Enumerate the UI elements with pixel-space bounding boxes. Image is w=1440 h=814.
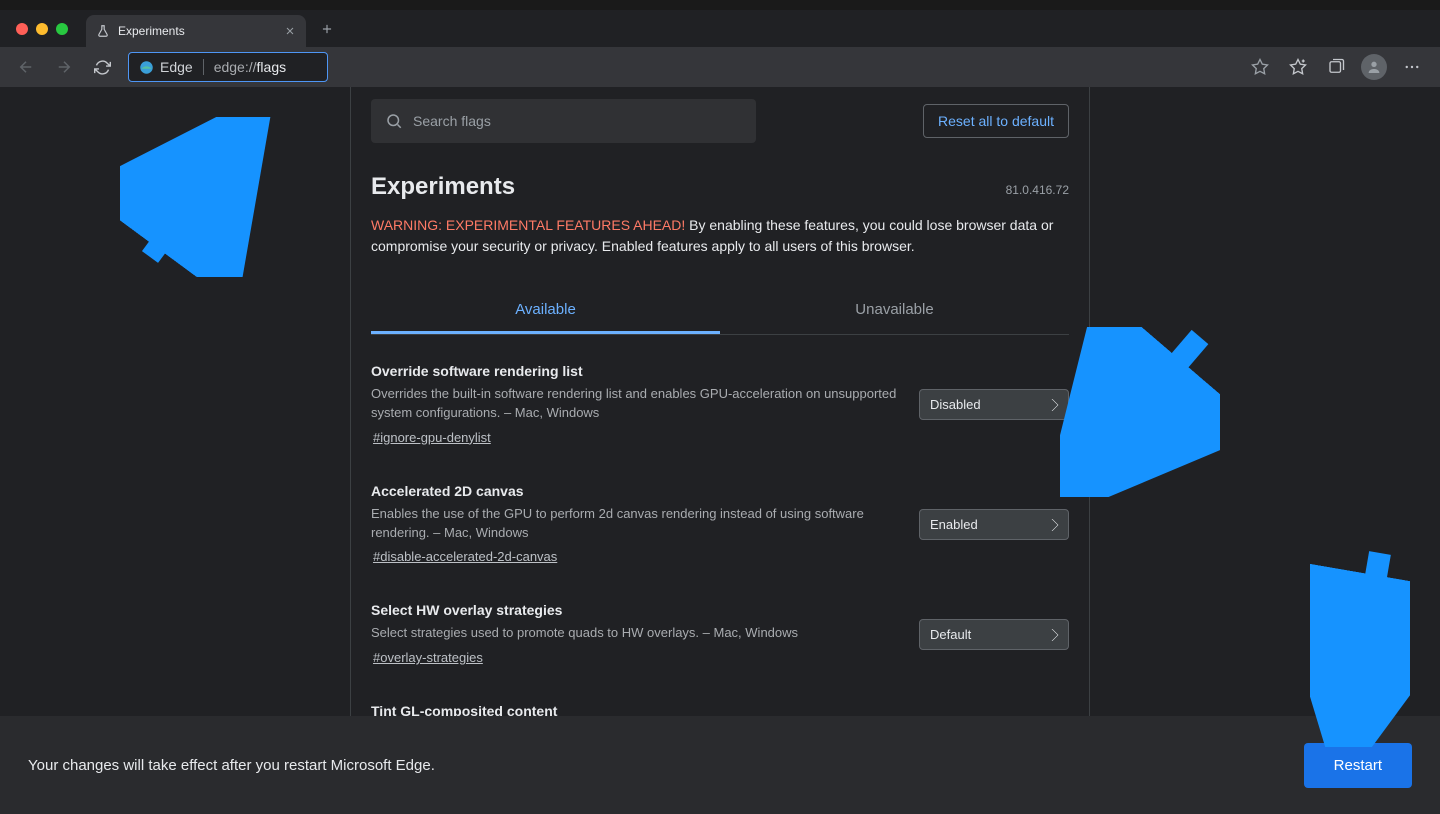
flag-select[interactable]: DefaultEnabledDisabled [919, 509, 1069, 540]
flag-info: Accelerated 2D canvas Enables the use of … [371, 483, 899, 567]
flag-select[interactable]: DefaultEnabledDisabled [919, 619, 1069, 650]
restart-button[interactable]: Restart [1304, 743, 1412, 788]
tab-available[interactable]: Available [371, 287, 720, 334]
refresh-button[interactable] [86, 51, 118, 83]
search-icon [385, 112, 403, 130]
browser-window: Experiments Edge edge://flags [0, 10, 1440, 814]
flag-row: Override software rendering list Override… [371, 335, 1069, 455]
tab-strip: Experiments [0, 10, 1440, 47]
tab-title: Experiments [118, 24, 276, 38]
restart-bar: Your changes will take effect after you … [0, 716, 1440, 814]
flag-anchor-link[interactable]: #disable-accelerated-2d-canvas [373, 549, 557, 564]
toolbar: Edge edge://flags [0, 47, 1440, 87]
address-brand: Edge [139, 59, 204, 75]
flag-row: Accelerated 2D canvas Enables the use of … [371, 455, 1069, 575]
new-tab-button[interactable] [306, 22, 348, 36]
flask-icon [96, 24, 110, 38]
flag-title: Accelerated 2D canvas [371, 483, 899, 499]
flag-info: Select HW overlay strategies Select strat… [371, 602, 899, 667]
flags-page: Reset all to default Experiments 81.0.41… [350, 87, 1090, 814]
flag-select[interactable]: DefaultEnabledDisabled [919, 389, 1069, 420]
version-label: 81.0.416.72 [1006, 183, 1069, 197]
flags-tabs: Available Unavailable [371, 287, 1069, 335]
annotation-arrow-address [120, 117, 280, 277]
flag-anchor-link[interactable]: #ignore-gpu-denylist [373, 430, 491, 445]
window-minimize-button[interactable] [36, 23, 48, 35]
flag-select-wrap: DefaultEnabledDisabled [919, 509, 1069, 540]
more-menu-button[interactable] [1394, 51, 1430, 83]
flag-anchor-link[interactable]: #overlay-strategies [373, 650, 483, 665]
search-input[interactable] [413, 113, 742, 129]
address-url: edge://flags [214, 59, 286, 75]
warning-text: WARNING: EXPERIMENTAL FEATURES AHEAD! By… [351, 209, 1089, 275]
flag-row: Select HW overlay strategies Select strat… [371, 574, 1069, 675]
favorites-icon[interactable] [1280, 51, 1316, 83]
tab-close-button[interactable] [284, 25, 296, 37]
macos-menubar [0, 0, 1440, 10]
flag-description: Enables the use of the GPU to perform 2d… [371, 505, 899, 543]
page-title: Experiments [371, 173, 515, 201]
flag-info: Override software rendering list Override… [371, 363, 899, 447]
flag-select-wrap: DefaultEnabledDisabled [919, 619, 1069, 650]
window-zoom-button[interactable] [56, 23, 68, 35]
warning-prefix: WARNING: EXPERIMENTAL FEATURES AHEAD! [371, 217, 685, 233]
address-bar[interactable]: Edge edge://flags [128, 52, 328, 82]
flag-select-wrap: DefaultEnabledDisabled [919, 389, 1069, 420]
profile-avatar[interactable] [1356, 51, 1392, 83]
browser-tab[interactable]: Experiments [86, 15, 306, 47]
collections-icon[interactable] [1318, 51, 1354, 83]
flag-title: Select HW overlay strategies [371, 602, 899, 618]
restart-message: Your changes will take effect after you … [28, 757, 435, 774]
content-area: Reset all to default Experiments 81.0.41… [0, 87, 1440, 814]
search-box[interactable] [371, 99, 756, 143]
forward-button[interactable] [48, 51, 80, 83]
flag-description: Overrides the built-in software renderin… [371, 385, 899, 423]
star-outline-icon[interactable] [1242, 51, 1278, 83]
window-controls [10, 23, 78, 35]
flag-title: Override software rendering list [371, 363, 899, 379]
window-close-button[interactable] [16, 23, 28, 35]
flag-description: Select strategies used to promote quads … [371, 624, 899, 643]
reset-all-button[interactable]: Reset all to default [923, 104, 1069, 138]
tab-unavailable[interactable]: Unavailable [720, 287, 1069, 334]
back-button[interactable] [10, 51, 42, 83]
